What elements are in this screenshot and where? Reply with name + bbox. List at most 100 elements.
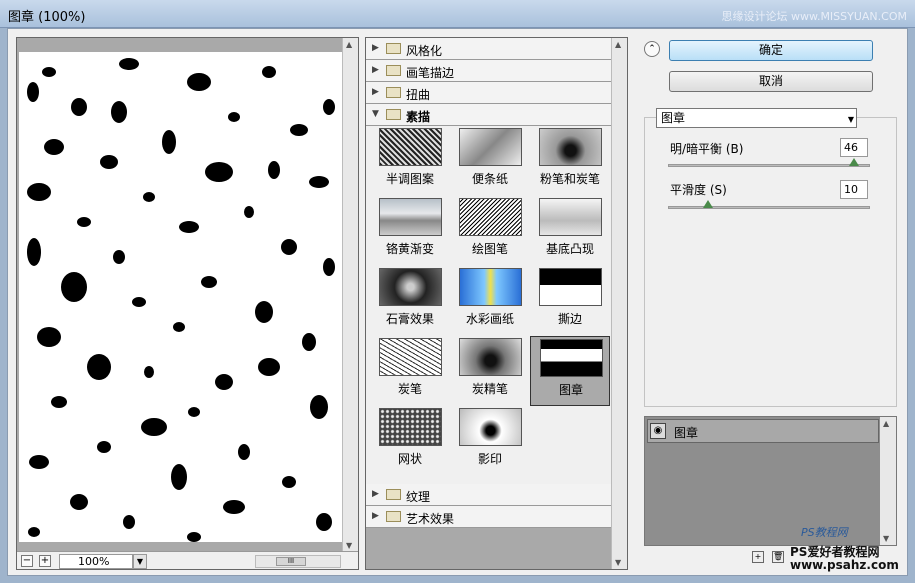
dialog-window: 图章 (100%) 思缘设计论坛 www.MISSYUAN.COM ▲ ▼ − …	[0, 0, 915, 583]
filter-chrome[interactable]: 铬黄渐变	[370, 196, 450, 266]
eye-icon[interactable]: ◉	[650, 423, 666, 439]
filter-select-value: 图章	[661, 111, 686, 125]
category-label: 素描	[406, 110, 431, 124]
filter-label: 粉笔和炭笔	[539, 172, 600, 186]
balance-value-field[interactable]: 46	[840, 138, 868, 157]
scroll-up-icon[interactable]: ▲	[615, 40, 621, 49]
filter-select-dropdown[interactable]: 图章 ▼	[656, 108, 857, 128]
filter-thumb-image	[459, 128, 522, 166]
effect-layers-panel: ◉ 图章 ▲ ▼	[644, 416, 897, 546]
preview-vertical-scrollbar[interactable]: ▲ ▼	[342, 38, 358, 552]
effect-layer-item[interactable]: ◉ 图章	[647, 419, 879, 443]
site-watermark: PS爱好者教程网 www.psahz.com	[790, 546, 899, 572]
cancel-button[interactable]: 取消	[669, 71, 873, 92]
scroll-up-icon[interactable]: ▲	[883, 419, 889, 428]
balance-label: 明/暗平衡 (B)	[670, 142, 744, 156]
filter-label: 基底凸现	[545, 242, 594, 256]
smoothness-slider-handle[interactable]	[703, 200, 714, 208]
filter-label: 半调图案	[385, 172, 434, 186]
expand-arrow-icon: ▶	[372, 65, 379, 75]
filter-thumb-image	[540, 339, 603, 377]
balance-slider-handle[interactable]	[848, 158, 859, 166]
filter-label: 炭笔	[397, 382, 422, 396]
smoothness-value-field[interactable]: 10	[840, 180, 868, 199]
category-artistic[interactable]: ▶ 艺术效果	[366, 506, 612, 528]
filter-label: 便条纸	[471, 172, 508, 186]
preview-zoom-bar: − + 100% ▼ III	[17, 551, 358, 569]
folder-icon	[386, 489, 401, 500]
site-url: www.psahz.com	[790, 558, 899, 572]
balance-slider-track[interactable]	[668, 164, 870, 167]
expand-arrow-icon: ▶	[372, 489, 379, 499]
filter-label: 影印	[477, 452, 502, 466]
chevron-down-icon: ▼	[847, 115, 854, 124]
zoom-level-field[interactable]: 100%	[59, 554, 133, 569]
filter-photocopy[interactable]: 影印	[450, 406, 530, 476]
filter-thumb-image	[379, 268, 442, 306]
gallery-scrollbar[interactable]: ▲ ▼	[611, 38, 627, 569]
filter-thumb-image	[539, 128, 602, 166]
filter-thumbnails: 半调图案 便条纸 粉笔和炭笔 铬黄渐变 绘图笔 基底凸现 石膏效果 水彩画纸 撕…	[366, 126, 612, 492]
smoothness-slider-track[interactable]	[668, 206, 870, 209]
preview-canvas[interactable]	[19, 52, 342, 542]
filter-chalk-charcoal[interactable]: 粉笔和炭笔	[530, 126, 610, 196]
stamp-watermark-text: PS教程网	[801, 526, 848, 539]
filter-label: 撕边	[557, 312, 582, 326]
expand-arrow-icon: ▶	[372, 511, 379, 521]
filter-conte-crayon[interactable]: 炭精笔	[450, 336, 530, 406]
effect-layer-name: 图章	[674, 426, 699, 440]
filter-graphic-pen[interactable]: 绘图笔	[450, 196, 530, 266]
filter-charcoal[interactable]: 炭笔	[370, 336, 450, 406]
filter-thumb-image	[379, 338, 442, 376]
category-distort[interactable]: ▶ 扭曲	[366, 82, 612, 104]
zoom-out-button[interactable]: −	[21, 555, 33, 567]
category-texture[interactable]: ▶ 纹理	[366, 484, 612, 506]
category-sketch[interactable]: ▼ 素描	[366, 104, 612, 126]
scroll-down-icon[interactable]: ▼	[615, 558, 621, 567]
filter-thumb-image	[539, 268, 602, 306]
filter-label: 水彩画纸	[465, 312, 514, 326]
category-brush-strokes[interactable]: ▶ 画笔描边	[366, 60, 612, 82]
filter-label: 铬黄渐变	[385, 242, 434, 256]
filter-label: 石膏效果	[385, 312, 434, 326]
filter-thumb-image	[459, 198, 522, 236]
filter-water-paper[interactable]: 水彩画纸	[450, 266, 530, 336]
dialog-body: ▲ ▼ − + 100% ▼ III ▶ 风格化 ▶ 画笔描边 ▶ 扭曲 ▼ 素…	[7, 28, 908, 576]
filter-label: 网状	[397, 452, 422, 466]
filter-bas-relief[interactable]: 基底凸现	[530, 196, 610, 266]
folder-icon	[386, 511, 401, 522]
filter-thumb-image	[379, 198, 442, 236]
filter-settings-group	[644, 117, 897, 407]
folder-open-icon	[386, 109, 401, 120]
zoom-dropdown-icon[interactable]: ▼	[133, 554, 147, 569]
scroll-down-icon[interactable]: ▼	[883, 534, 889, 543]
filter-halftone-pattern[interactable]: 半调图案	[370, 126, 450, 196]
zoom-in-button[interactable]: +	[39, 555, 51, 567]
filter-plaster[interactable]: 石膏效果	[370, 266, 450, 336]
preview-panel: ▲ ▼ − + 100% ▼ III	[16, 37, 359, 570]
category-label: 扭曲	[406, 88, 431, 102]
filter-note-paper[interactable]: 便条纸	[450, 126, 530, 196]
scroll-thumb[interactable]: III	[276, 557, 306, 566]
delete-layer-icon[interactable]: 🗑	[772, 551, 784, 563]
collapse-arrow-icon: ▼	[372, 109, 379, 119]
filter-stamp-selected[interactable]: 图章	[530, 336, 610, 406]
expand-arrow-icon: ▶	[372, 87, 379, 97]
category-label: 艺术效果	[406, 512, 455, 526]
filter-label: 炭精笔	[471, 382, 508, 396]
filter-reticulation[interactable]: 网状	[370, 406, 450, 476]
scroll-up-icon[interactable]: ▲	[346, 40, 352, 49]
filter-thumb-image	[459, 408, 522, 446]
ok-button[interactable]: 确定	[669, 40, 873, 61]
filter-label: 绘图笔	[471, 242, 508, 256]
preview-horizontal-scrollbar[interactable]: III	[255, 555, 341, 568]
new-effect-layer-icon[interactable]: +	[752, 551, 764, 563]
collapse-gallery-icon[interactable]: ⌃	[644, 41, 660, 57]
category-stylize[interactable]: ▶ 风格化	[366, 38, 612, 60]
filter-torn-edges[interactable]: 撕边	[530, 266, 610, 336]
scroll-down-icon[interactable]: ▼	[346, 541, 352, 550]
layers-scrollbar[interactable]: ▲ ▼	[880, 417, 896, 545]
category-label: 画笔描边	[406, 66, 455, 80]
folder-icon	[386, 65, 401, 76]
filter-thumb-image	[379, 408, 442, 446]
